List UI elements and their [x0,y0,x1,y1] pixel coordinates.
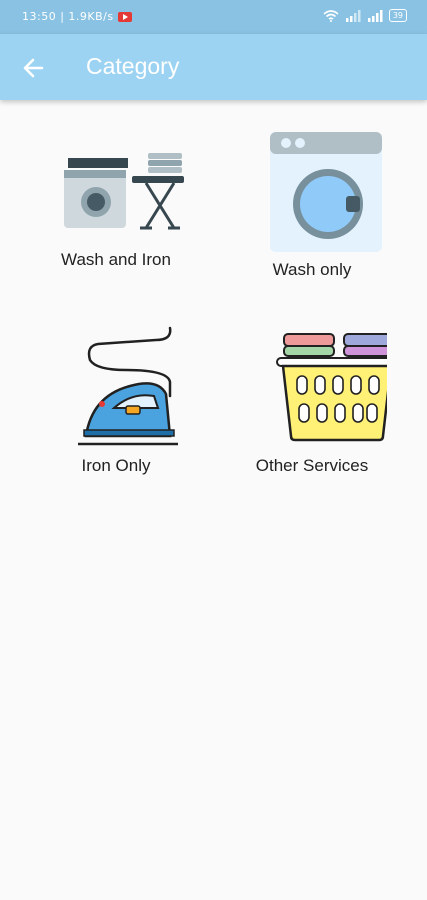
status-bar: 13:50 | 1.9KB/s 39 [0,0,427,34]
category-label: Wash and Iron [61,250,171,269]
category-label: Other Services [255,456,369,475]
back-button[interactable] [18,52,50,84]
page-title: Category [86,53,180,79]
category-iron-only[interactable]: Iron Only [16,326,216,476]
wifi-icon [323,9,339,22]
youtube-notification-icon [117,11,132,22]
category-label: Iron Only [81,456,151,475]
status-left: 13:50 | 1.9KB/s [22,10,132,23]
washing-machine-icon [270,132,382,252]
status-separator: | [60,10,65,23]
status-right: 39 [323,9,407,22]
category-wash-and-iron[interactable]: Wash and Iron [16,130,216,270]
signal-icon-2 [367,9,383,22]
category-label: Wash only [272,260,352,279]
arrow-left-icon [23,58,44,78]
category-wash-only[interactable]: Wash only [212,130,412,280]
iron-icon [78,326,178,446]
laundry-basket-icon [276,333,387,442]
signal-icon [345,9,361,22]
network-speed: 1.9KB/s [68,10,114,23]
app-bar: Category [0,34,427,100]
washer-ironing-board-icon [64,153,184,230]
battery-icon: 39 [388,9,407,22]
status-time: 13:50 [22,10,57,23]
category-other-services[interactable]: Other Services [212,326,412,476]
